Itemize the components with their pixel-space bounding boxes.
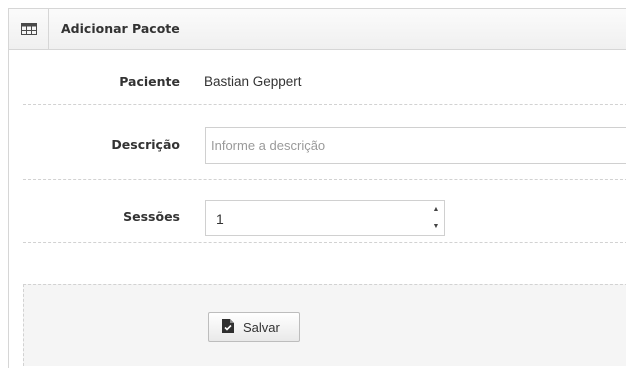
row-separator bbox=[23, 242, 626, 243]
patient-label: Paciente bbox=[119, 74, 180, 89]
form-actions: Salvar bbox=[23, 284, 626, 366]
save-button[interactable]: Salvar bbox=[208, 312, 300, 342]
description-label: Descrição bbox=[111, 137, 180, 152]
save-button-label: Salvar bbox=[243, 319, 280, 335]
description-placeholder: Informe a descrição bbox=[211, 138, 326, 153]
spin-up-icon[interactable]: ▲ bbox=[432, 206, 440, 214]
panel-header: Adicionar Pacote bbox=[9, 9, 626, 50]
save-file-icon bbox=[222, 318, 243, 336]
spin-down-icon[interactable]: ▼ bbox=[432, 223, 440, 231]
sessions-number-input[interactable]: 1 ▲ ▼ bbox=[205, 200, 445, 236]
patient-row: Paciente Bastian Geppert bbox=[15, 74, 626, 92]
table-icon bbox=[9, 9, 49, 49]
row-separator bbox=[23, 104, 626, 105]
patient-value: Bastian Geppert bbox=[204, 74, 302, 89]
sessions-label: Sessões bbox=[123, 209, 180, 224]
row-separator bbox=[23, 179, 626, 180]
panel-title: Adicionar Pacote bbox=[61, 21, 180, 36]
sessions-value: 1 bbox=[216, 211, 224, 227]
description-input[interactable]: Informe a descrição bbox=[205, 127, 626, 164]
